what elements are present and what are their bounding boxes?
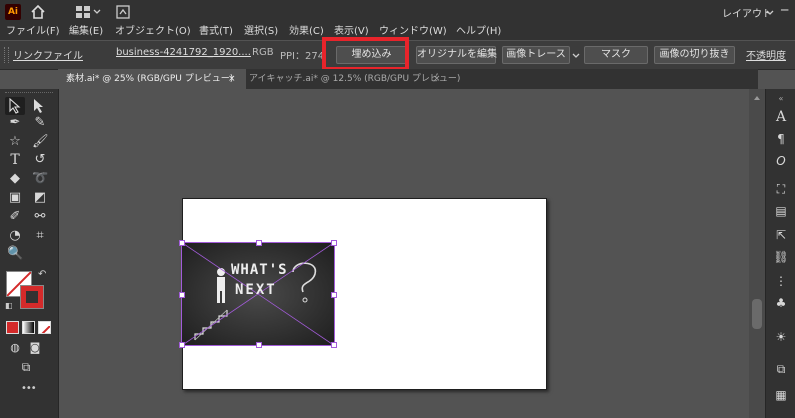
mask-button[interactable]: マスク xyxy=(584,46,648,64)
screen-mode-icon[interactable]: ⧉ xyxy=(18,359,34,375)
none-mode-icon[interactable] xyxy=(38,321,51,334)
document-tab-bar: 素材.ai* @ 25% (RGB/GPU プレビュー) × アイキャッチ.ai… xyxy=(58,69,758,89)
free-transform-tool-icon[interactable]: ◩ xyxy=(32,190,48,206)
edit-original-button[interactable]: オリジナルを編集 xyxy=(416,46,497,64)
curvature-tool-icon[interactable]: ✎ xyxy=(32,115,48,131)
illustrator-logo: Ai xyxy=(5,4,21,20)
linked-filename[interactable]: business-4241792_1920.... xyxy=(116,47,251,58)
vertical-scrollbar[interactable] xyxy=(749,89,765,418)
tab-label: 素材.ai* @ 25% (RGB/GPU プレビュー) xyxy=(66,74,234,84)
layers-panel-icon[interactable]: ▦ xyxy=(773,387,789,403)
draw-mode-icon[interactable]: ◍ xyxy=(7,340,23,356)
minimize-icon[interactable]: ─ xyxy=(781,3,788,17)
gradient-tool-icon[interactable]: ▣ xyxy=(7,190,23,206)
crop-image-button[interactable]: 画像の切り抜き xyxy=(654,46,735,64)
panel-grip[interactable] xyxy=(4,47,9,63)
color-mode-icon[interactable] xyxy=(6,321,19,334)
resize-handle[interactable] xyxy=(179,342,185,348)
scroll-thumb[interactable] xyxy=(752,299,762,329)
tab-document-1[interactable]: 素材.ai* @ 25% (RGB/GPU プレビュー) × xyxy=(58,69,246,89)
menu-file[interactable]: ファイル(F) xyxy=(6,24,60,40)
resize-handle[interactable] xyxy=(179,240,185,246)
menu-edit[interactable]: 編集(E) xyxy=(69,24,103,40)
linked-file-link[interactable]: リンクファイル xyxy=(13,47,83,62)
image-text-whats: WHAT'S xyxy=(231,262,288,278)
direct-selection-tool-icon[interactable] xyxy=(32,98,46,114)
opentype-panel-icon[interactable]: O xyxy=(773,153,789,169)
toolbar-grip[interactable] xyxy=(5,92,53,95)
transform-panel-icon[interactable]: ⧉ xyxy=(773,361,789,377)
links-panel-icon[interactable]: ⛓ xyxy=(773,249,789,265)
gradient-mode-icon[interactable] xyxy=(22,321,35,334)
selection-tool-icon[interactable] xyxy=(8,98,22,114)
tab-document-2[interactable]: アイキャッチ.ai* @ 12.5% (RGB/GPU プレビュー) × xyxy=(241,69,460,89)
highlight-box xyxy=(322,37,409,71)
tab-label: アイキャッチ.ai* @ 12.5% (RGB/GPU プレビュー) xyxy=(249,74,461,84)
star-tool-icon[interactable]: ☆ xyxy=(7,134,23,150)
right-panel-dock: « A ¶ O ⛶ ▤ ⇱ ⛓ ⋮ ♣ ☀ ⧉ ▦ xyxy=(765,89,795,418)
resize-handle[interactable] xyxy=(179,292,185,298)
menu-select[interactable]: 選択(S) xyxy=(244,24,278,40)
eraser-tool-icon[interactable]: ◆ xyxy=(7,171,23,187)
swap-fill-stroke-icon[interactable]: ↶ xyxy=(38,269,46,280)
draw-inside-icon[interactable]: ◙ xyxy=(27,340,43,356)
resize-handle[interactable] xyxy=(256,240,262,246)
menu-effect[interactable]: 効果(C) xyxy=(289,24,324,40)
shape-builder-tool-icon[interactable]: ◔ xyxy=(7,228,23,244)
color-mode: RGB xyxy=(252,47,274,58)
blend-tool-icon[interactable]: ⚯ xyxy=(32,209,48,225)
eyedropper-tool-icon[interactable]: ✐ xyxy=(7,209,23,225)
arrange-documents-icon[interactable] xyxy=(76,6,90,18)
appearance-panel-icon[interactable]: ☀ xyxy=(773,329,789,345)
paintbrush-tool-icon[interactable]: 🖌 xyxy=(32,134,49,150)
scroll-up-icon[interactable] xyxy=(753,95,761,101)
workspace-chevron-icon[interactable] xyxy=(766,10,774,16)
opacity-link[interactable]: 不透明度 xyxy=(746,47,786,62)
image-trace-chevron-icon[interactable] xyxy=(572,53,580,59)
menu-type[interactable]: 書式(T) xyxy=(199,24,233,40)
close-icon[interactable]: × xyxy=(433,69,441,89)
home-icon[interactable] xyxy=(30,4,46,20)
resize-handle[interactable] xyxy=(331,292,337,298)
menu-help[interactable]: ヘルプ(H) xyxy=(456,24,501,40)
default-colors-icon[interactable]: ◧ xyxy=(5,301,13,310)
edit-toolbar-icon[interactable]: ••• xyxy=(21,383,37,394)
tools-panel: ✒ ✎ ☆ 🖌 T ↺ ◆ ➰ ▣ ◩ ✐ ⚯ ◔ ⌗ 🔍 ↶ ◧ ◍ ◙ ⧉ … xyxy=(0,89,59,418)
menu-object[interactable]: オブジェクト(O) xyxy=(115,24,191,40)
properties-panel-icon[interactable]: ⛶ xyxy=(773,181,789,197)
zoom-tool-icon[interactable]: 🔍 xyxy=(7,246,23,262)
resize-handle[interactable] xyxy=(331,342,337,348)
title-bar: Ai レイアウト ─ xyxy=(0,0,795,24)
close-icon[interactable]: × xyxy=(228,69,236,89)
export-panel-icon[interactable]: ⇱ xyxy=(773,227,789,243)
image-text-next: NEXT xyxy=(235,282,277,298)
symbols-panel-icon[interactable]: ♣ xyxy=(773,295,789,311)
lasso-tool-icon[interactable]: ➰ xyxy=(32,171,48,187)
paragraph-panel-icon[interactable]: ¶ xyxy=(773,131,789,147)
libraries-panel-icon[interactable]: ▤ xyxy=(773,203,789,219)
chevron-down-icon[interactable] xyxy=(93,9,101,15)
rotate-tool-icon[interactable]: ↺ xyxy=(32,152,48,168)
pen-tool-icon[interactable]: ✒ xyxy=(7,115,23,131)
character-panel-icon[interactable]: A xyxy=(773,109,789,125)
send-icon[interactable] xyxy=(116,5,130,19)
crop-tool-icon[interactable]: ⌗ xyxy=(32,228,48,244)
brushes-panel-icon[interactable]: ⋮ xyxy=(773,273,789,289)
type-tool-icon[interactable]: T xyxy=(7,152,23,168)
expand-panels-icon[interactable]: « xyxy=(773,91,789,107)
stroke-swatch[interactable] xyxy=(20,285,44,309)
workspace-switcher[interactable]: レイアウト xyxy=(722,5,772,20)
resize-handle[interactable] xyxy=(331,240,337,246)
ppi-value: PPI：274 xyxy=(280,51,325,62)
resize-handle[interactable] xyxy=(256,342,262,348)
placed-image[interactable]: WHAT'S NEXT xyxy=(179,240,337,348)
image-trace-button[interactable]: 画像トレース xyxy=(502,46,570,64)
